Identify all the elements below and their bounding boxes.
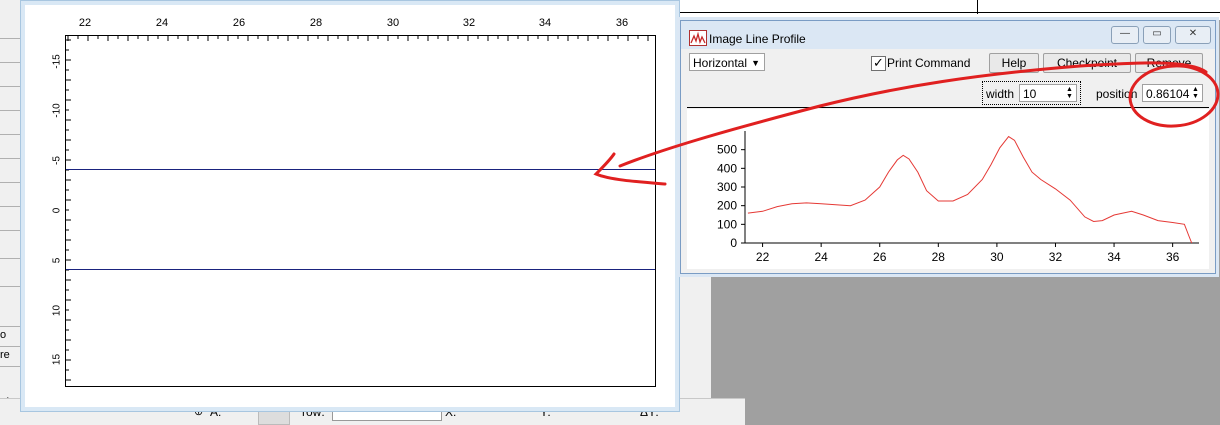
position-value: 0.86104 (1146, 87, 1190, 101)
line-profile-app-icon (689, 30, 707, 46)
y-tick-label: 100 (717, 217, 737, 231)
top-tick-label: 26 (232, 17, 246, 29)
image-plot-ticks (66, 36, 649, 381)
position-input[interactable]: 0.86104 ▲ ▼ (1142, 84, 1203, 102)
orientation-select[interactable]: Horizontal ▼ (689, 53, 765, 71)
profile-line-upper[interactable] (66, 169, 655, 170)
checkpoint-button[interactable]: Checkpoint (1043, 53, 1131, 73)
background-divider (977, 0, 978, 14)
left-tick-label: 15 (51, 353, 63, 366)
orientation-value: Horizontal (693, 56, 748, 70)
left-tick-label: -15 (51, 54, 63, 69)
left-tick-label: 10 (51, 304, 63, 317)
profile-series-line (747, 135, 1193, 244)
separator (687, 107, 1209, 108)
background-top-panel (678, 0, 1220, 20)
line-profile-window[interactable]: Image Line Profile — ▭ ✕ Horizontal ▼ ✓ … (680, 20, 1216, 274)
position-spinner-icon[interactable]: ▲ ▼ (1190, 86, 1201, 100)
top-tick-label: 32 (462, 17, 476, 29)
top-tick-label: 34 (538, 17, 552, 29)
y-tick-label: 500 (717, 143, 737, 157)
width-value: 10 (1023, 87, 1037, 101)
print-command-label: Print Command (887, 56, 971, 70)
image-window[interactable]: 22 24 26 28 30 32 34 36 -15 -10 -5 0 5 1… (20, 0, 680, 412)
width-input[interactable]: 10 ▲ ▼ (1019, 84, 1077, 102)
left-tick-label: 5 (51, 257, 63, 264)
left-tick-label: 0 (51, 207, 63, 214)
close-button[interactable]: ✕ (1175, 26, 1211, 44)
chevron-down-icon: ▼ (751, 58, 760, 68)
y-tick-label: 0 (730, 236, 737, 250)
x-tick-label: 32 (1049, 250, 1063, 264)
strip-label: o (0, 329, 7, 341)
line-profile-chart: 0 100 200 300 400 500 22 24 26 28 30 32 34 36 (687, 109, 1209, 269)
y-tick-label: 200 (717, 199, 737, 213)
top-tick-label: 30 (386, 17, 400, 29)
line-profile-svg: 0 100 200 300 400 500 22 24 26 28 30 32 34 36 (717, 131, 1199, 264)
help-button[interactable]: Help (989, 53, 1039, 73)
top-tick-label: 24 (155, 17, 169, 29)
top-tick-label: 22 (78, 17, 92, 29)
y-tick-label: 400 (717, 161, 737, 175)
left-tick-label: -10 (51, 103, 63, 118)
background-window-frame (678, 272, 711, 398)
x-tick-label: 36 (1166, 250, 1180, 264)
width-spinner-icon[interactable]: ▲ ▼ (1064, 86, 1075, 100)
x-tick-label: 26 (873, 250, 887, 264)
strip-label: re (0, 349, 10, 361)
title-bar[interactable]: Image Line Profile — ▭ ✕ (681, 21, 1215, 49)
x-tick-label: 30 (990, 250, 1004, 264)
minimize-button[interactable]: — (1111, 26, 1139, 44)
remove-button[interactable]: Remove (1135, 53, 1203, 73)
maximize-button[interactable]: ▭ (1143, 26, 1171, 44)
background-divider (678, 12, 1220, 13)
x-tick-label: 28 (932, 250, 946, 264)
x-tick-label: 34 (1107, 250, 1121, 264)
y-tick-label: 300 (717, 180, 737, 194)
left-tick-label: -5 (51, 156, 63, 165)
x-tick-label: 24 (814, 250, 828, 264)
image-plot-area[interactable] (65, 35, 656, 387)
x-tick-label: 22 (756, 250, 770, 264)
top-tick-label: 28 (309, 17, 323, 29)
position-label: position (1096, 87, 1138, 101)
window-title: Image Line Profile (709, 32, 806, 46)
top-tick-label: 36 (615, 17, 629, 29)
profile-line-lower[interactable] (66, 269, 655, 270)
desktop-background (712, 272, 1220, 424)
width-label: width (986, 87, 1015, 101)
print-command-checkbox[interactable]: ✓ (871, 56, 886, 71)
